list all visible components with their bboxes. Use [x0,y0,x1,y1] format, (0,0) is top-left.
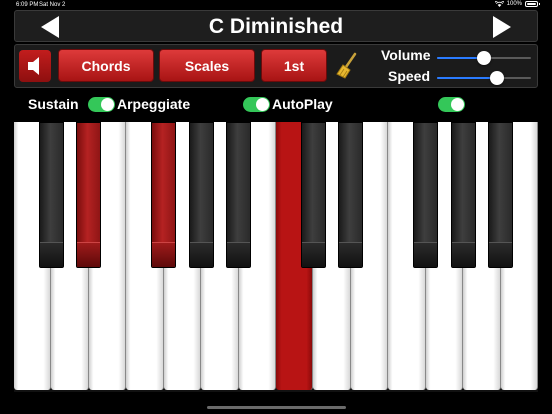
speed-label: Speed [388,68,431,84]
inversion-button[interactable]: 1st [261,49,327,82]
black-key[interactable] [338,122,364,268]
broom-icon[interactable] [335,52,359,80]
autoplay-toggle[interactable] [438,97,465,112]
toggle-knob [451,98,464,111]
black-key[interactable] [151,122,177,268]
piano-keyboard [14,122,538,392]
toggle-knob [101,98,114,111]
status-bar: 6:09 PM Sat Nov 2 100% [0,0,552,10]
wifi-icon [494,1,504,7]
black-key[interactable] [38,122,64,268]
speed-slider[interactable] [437,71,531,85]
arpeggiate-toggle[interactable] [243,97,270,112]
options-row: Sustain Arpeggiate AutoPlay [0,94,552,116]
volume-thumb[interactable] [477,51,491,65]
speed-fill [437,77,498,79]
black-key[interactable] [76,122,102,268]
battery-percent: 100% [506,1,522,7]
black-key[interactable] [226,122,252,268]
home-indicator [207,406,346,409]
status-time: 6:09 PM [16,2,39,8]
black-key[interactable] [413,122,439,268]
volume-slider[interactable] [437,51,531,65]
toolbar: Chords Scales 1st Volume Speed [14,44,538,88]
black-key[interactable] [450,122,476,268]
chords-button[interactable]: Chords [58,49,154,82]
chord-title: C Diminished [208,15,344,38]
battery-icon [525,1,540,7]
black-key[interactable] [488,122,514,268]
speaker-icon [28,57,39,75]
scales-button[interactable]: Scales [159,49,255,82]
sustain-toggle[interactable] [88,97,115,112]
speed-thumb[interactable] [490,71,505,85]
speaker-button[interactable] [19,50,51,82]
status-date: Sat Nov 2 [39,2,66,8]
triangle-right-icon[interactable] [491,15,513,39]
volume-label: Volume [381,47,431,63]
sustain-label: Sustain [28,96,79,112]
arpeggiate-label: Arpeggiate [117,96,191,112]
title-bar: C Diminished [14,10,538,42]
toggle-knob [256,98,269,111]
black-key[interactable] [300,122,326,268]
black-key[interactable] [188,122,214,268]
status-right: 100% [494,1,540,7]
autoplay-label: AutoPlay [272,96,333,112]
